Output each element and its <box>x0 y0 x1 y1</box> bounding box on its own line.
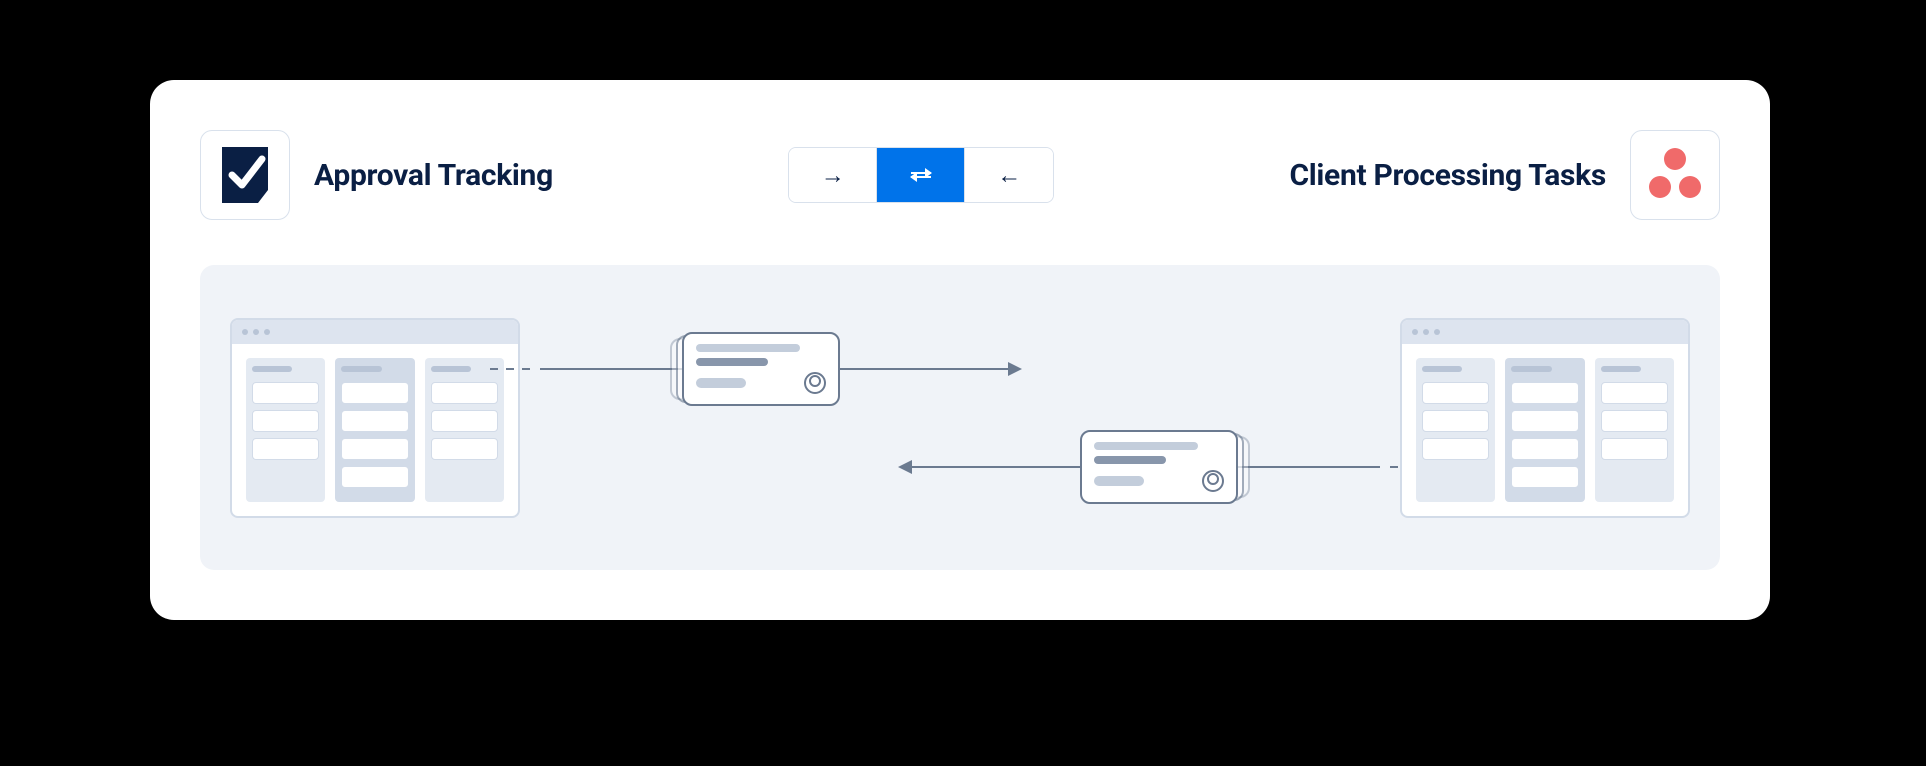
avatar-icon <box>804 372 826 394</box>
arrow-left-icon: ← <box>997 161 1021 190</box>
window-titlebar-icon <box>232 320 518 344</box>
task-card-outbound <box>670 332 840 406</box>
dashed-connector-icon <box>490 368 530 370</box>
smartsheet-app-icon[interactable] <box>200 130 290 220</box>
header-row: Approval Tracking → ← <box>200 130 1720 220</box>
window-titlebar-icon <box>1402 320 1688 344</box>
right-app-group: Client Processing Tasks <box>1289 130 1720 220</box>
arrow-right-icon: → <box>821 161 845 190</box>
asana-app-icon[interactable] <box>1630 130 1720 220</box>
asana-logo-icon <box>1645 148 1705 202</box>
sync-one-way-left-button[interactable]: ← <box>965 148 1053 202</box>
task-card-inbound <box>1080 430 1250 504</box>
avatar-icon <box>1202 470 1224 492</box>
swap-arrows-icon <box>911 172 931 178</box>
sync-diagram <box>200 265 1720 570</box>
right-app-title: Client Processing Tasks <box>1289 158 1606 193</box>
smartsheet-logo-icon <box>218 145 272 205</box>
left-app-group: Approval Tracking <box>200 130 553 220</box>
sync-one-way-right-button[interactable]: → <box>789 148 877 202</box>
sync-direction-toggle: → ← <box>788 147 1054 203</box>
left-app-title: Approval Tracking <box>314 158 553 193</box>
integration-card: Approval Tracking → ← <box>150 80 1770 620</box>
right-board-mock <box>1400 318 1690 518</box>
left-board-mock <box>230 318 520 518</box>
flow-arrows <box>520 318 1400 518</box>
sync-two-way-button[interactable] <box>877 148 965 202</box>
